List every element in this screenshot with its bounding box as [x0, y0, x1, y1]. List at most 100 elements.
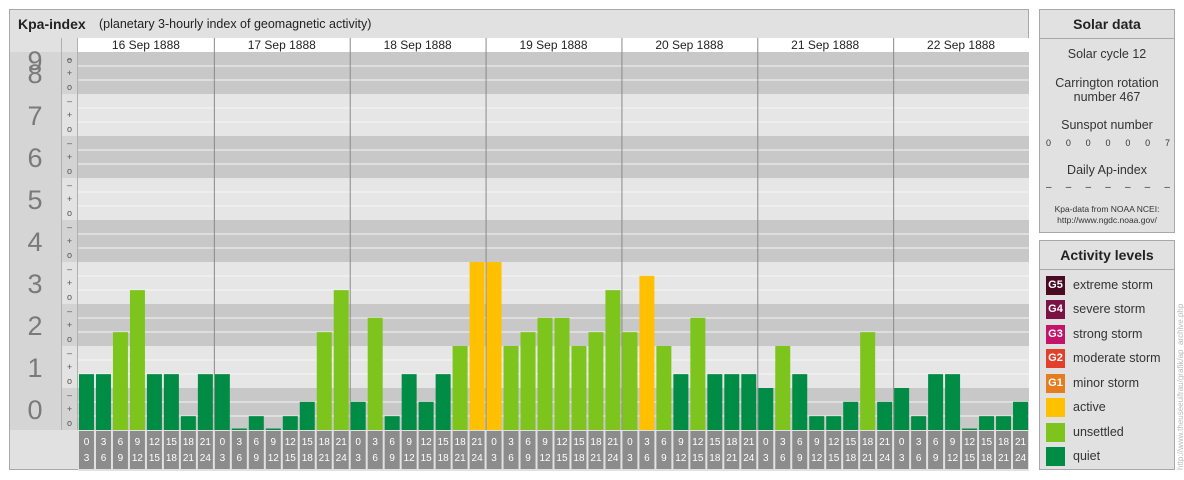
y-minor-tick: o	[67, 334, 72, 344]
interval-end-label: 15	[828, 453, 840, 464]
kp-bar	[758, 388, 774, 430]
interval-start-label: 3	[508, 437, 514, 448]
kp-bar	[537, 317, 553, 430]
interval-start-label: 18	[862, 437, 874, 448]
interval-end-label: 9	[254, 453, 260, 464]
y-minor-tick: +	[67, 320, 72, 330]
interval-end-label: 24	[472, 453, 484, 464]
interval-start-label: 6	[118, 437, 124, 448]
interval-start-label: 12	[421, 437, 433, 448]
interval-end-label: 9	[933, 453, 939, 464]
kp-bar	[452, 346, 468, 430]
interval-end-label: 24	[879, 453, 891, 464]
interval-end-label: 6	[101, 453, 107, 464]
interval-start-label: 21	[879, 437, 891, 448]
interval-end-label: 9	[525, 453, 531, 464]
interval-end-label: 9	[661, 453, 667, 464]
level-swatch	[1046, 422, 1065, 442]
y-tick-label: 7	[27, 101, 42, 131]
kp-bar	[248, 416, 264, 430]
kp-bar	[928, 374, 944, 430]
interval-start-label: 18	[319, 437, 331, 448]
interval-start-label: 15	[981, 437, 993, 448]
interval-start-label: 0	[899, 437, 905, 448]
y-tick-label: 5	[27, 185, 42, 215]
kp-bar	[741, 374, 757, 430]
interval-start-label: 3	[644, 437, 650, 448]
plot-band	[78, 178, 1029, 220]
gridline	[78, 191, 1029, 193]
interval-end-label: 15	[285, 453, 297, 464]
level-swatch: G5	[1046, 275, 1065, 295]
gridline	[78, 107, 1029, 109]
kp-bar	[180, 416, 196, 430]
gridline	[78, 359, 1029, 361]
interval-start-label: 0	[84, 437, 90, 448]
y-minor-tick: o	[67, 418, 72, 428]
kp-bar	[775, 346, 791, 430]
plot-band	[78, 262, 1029, 304]
interval-start-label: 18	[183, 437, 195, 448]
interval-start-label: 18	[998, 437, 1010, 448]
day-separator	[213, 38, 215, 430]
daily-ap-values: – – – – – – –	[1046, 182, 1170, 193]
daily-ap-title: Daily Ap-index	[1067, 163, 1147, 177]
y-minor-tick: +	[67, 404, 72, 414]
level-moderate-storm: G2 moderate storm	[1046, 348, 1161, 368]
interval-start-label: 21	[1015, 437, 1027, 448]
gridline	[78, 275, 1029, 277]
interval-end-label: 15	[964, 453, 976, 464]
kp-bar	[197, 374, 213, 430]
kp-bar	[996, 416, 1012, 430]
plot-band	[78, 52, 1029, 94]
interval-start-label: 9	[542, 437, 548, 448]
interval-start-label: 3	[237, 437, 243, 448]
interval-start-label: 0	[491, 437, 497, 448]
kpa-panel: Kpa-index (planetary 3-hourly index of g…	[9, 9, 1029, 471]
interval-end-label: 6	[644, 453, 650, 464]
gridline	[78, 289, 1029, 291]
y-minor-tick: +	[67, 362, 72, 372]
day-label: 21 Sep 1888	[791, 38, 859, 52]
y-tick-label: 6	[27, 143, 42, 173]
kp-bar	[605, 290, 621, 430]
kpa-chart: 0123456789o+–o+–o+–o+–o+–o+–o+–o+–o+–o16…	[10, 38, 1029, 471]
interval-start-label: 9	[950, 437, 956, 448]
interval-start-label: 0	[627, 437, 633, 448]
kp-bar	[163, 374, 179, 430]
y-minor-tick: +	[67, 194, 72, 204]
interval-start-label: 9	[814, 437, 820, 448]
gridline	[78, 121, 1029, 123]
y-tick-label: 0	[27, 395, 42, 425]
kp-bar	[554, 317, 570, 430]
interval-end-label: 24	[1015, 453, 1027, 464]
y-tick-label: 9	[27, 46, 42, 76]
y-minor-tick: o	[67, 82, 72, 92]
interval-end-label: 21	[590, 453, 602, 464]
interval-end-label: 21	[862, 453, 874, 464]
kp-bar	[231, 428, 247, 430]
level-strong-storm: G3 strong storm	[1046, 324, 1142, 344]
interval-start-label: 18	[590, 437, 602, 448]
kp-bar	[299, 401, 315, 430]
interval-end-label: 21	[998, 453, 1010, 464]
interval-start-label: 0	[355, 437, 361, 448]
kp-bar	[79, 374, 94, 430]
kp-bar	[282, 416, 298, 430]
interval-end-label: 18	[709, 453, 721, 464]
interval-end-label: 3	[491, 453, 497, 464]
interval-end-label: 6	[372, 453, 378, 464]
level-unsettled: unsettled	[1046, 422, 1124, 442]
level-label: quiet	[1073, 449, 1101, 463]
interval-end-label: 12	[539, 453, 551, 464]
y-minor-tick: +	[67, 236, 72, 246]
solar-data-title: Solar data	[1040, 10, 1174, 39]
y-tick-label: 2	[27, 311, 42, 341]
interval-start-label: 6	[797, 437, 803, 448]
interval-start-label: 3	[101, 437, 107, 448]
kp-bar	[469, 262, 485, 430]
interval-start-label: 3	[780, 437, 786, 448]
carrington-rotation-label: Carrington rotation	[1055, 76, 1159, 90]
data-source-url: http://www.ngdc.noaa.gov/	[1057, 215, 1157, 225]
kp-bar	[571, 346, 587, 430]
